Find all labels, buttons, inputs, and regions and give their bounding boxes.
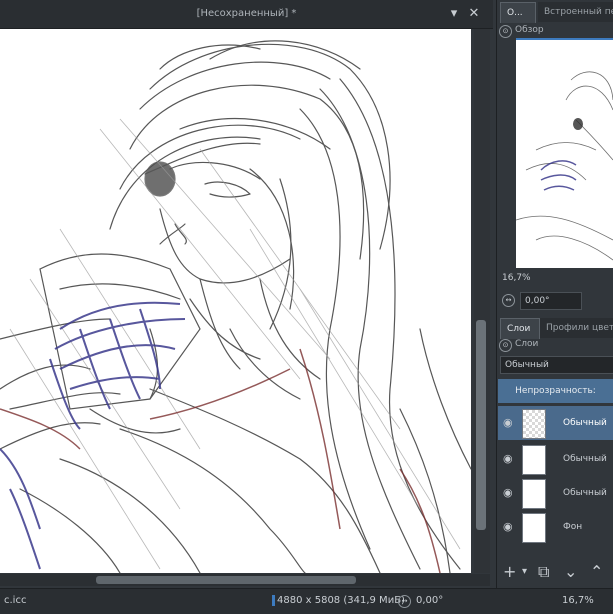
layer-name: Обычный [563,418,607,428]
blend-mode-select[interactable]: Обычный [500,356,613,374]
tab-overview[interactable]: О... [500,2,536,23]
overview-thumbnail [516,71,613,261]
dock-icon[interactable]: ⊙ [499,25,512,38]
eye-icon[interactable]: ◉ [503,520,515,533]
dock-icon[interactable]: ⊙ [499,339,512,352]
layer-name: Обычный [563,454,607,464]
layer-name: Обычный [563,488,607,498]
layers-title: Слои [515,339,539,349]
image-size: 4880 x 5808 (341,9 МиБ) [272,595,405,606]
add-layer-button[interactable]: + [503,562,516,581]
horizontal-scroll-thumb[interactable] [96,576,356,584]
move-layer-down-button[interactable]: ⌄ [564,562,577,581]
rotation-value[interactable]: 0,00° [416,595,443,606]
overview-preview[interactable] [516,38,613,268]
close-button[interactable]: ✕ [466,6,482,22]
eye-icon[interactable]: ◉ [503,416,515,429]
drawing-canvas[interactable] [0,29,471,573]
overview-zoom[interactable]: 16,7% [502,273,531,283]
overview-title: Обзор [515,25,544,35]
sketch-artwork [0,40,471,573]
status-bar: c.icc 4880 x 5808 (341,9 МиБ) ↔ 0,00° 16… [0,588,613,614]
rotate-icon[interactable]: ↔ [398,595,411,608]
layer-thumbnail [522,513,546,543]
layer-name: Фон [563,522,583,532]
zoom-value[interactable]: 16,7% [562,595,594,606]
layer-thumbnail [522,479,546,509]
document-title: [Несохраненный] * [196,8,297,19]
overview-rotation-field[interactable]: 0,00° [520,292,582,310]
tab-color-profiles[interactable]: Профили цвет [540,318,613,338]
move-layer-up-button[interactable]: ⌃ [590,562,603,581]
overview-zoom-row: 16,7% [498,272,613,286]
rotate-icon[interactable]: ↔ [502,294,515,307]
layer-thumbnail [522,409,546,439]
tab-builtin-palette[interactable]: Встроенный пер [538,2,613,22]
minimize-button[interactable]: ▾ [446,6,462,22]
eye-icon[interactable]: ◉ [503,486,515,499]
layer-thumbnail [522,445,546,475]
color-profile: c.icc [4,595,27,606]
layer-row[interactable] [498,510,613,544]
add-layer-options-button[interactable]: ▾ [522,566,527,577]
duplicate-layer-button[interactable]: ⧉ [538,562,549,582]
opacity-slider[interactable]: Непрозрачность: [498,379,613,403]
eye-icon[interactable]: ◉ [503,452,515,465]
tab-layers[interactable]: Слои [500,318,540,339]
vertical-scroll-thumb[interactable] [476,320,486,530]
